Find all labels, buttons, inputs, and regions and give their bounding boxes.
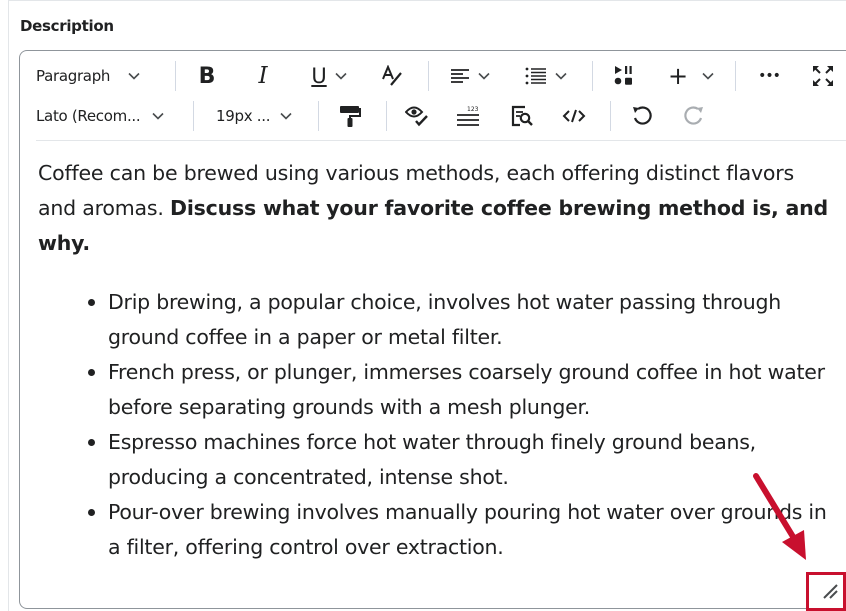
word-count-button[interactable]: 123 bbox=[452, 99, 484, 133]
insert-plus-icon: + bbox=[667, 62, 689, 90]
undo-button[interactable] bbox=[626, 99, 658, 133]
more-icon: ••• bbox=[758, 68, 781, 84]
media-icon bbox=[613, 65, 635, 87]
find-replace-button[interactable] bbox=[506, 99, 538, 133]
format-painter-icon bbox=[339, 105, 361, 127]
chevron-down-icon bbox=[280, 112, 292, 120]
italic-button[interactable]: I bbox=[248, 59, 278, 93]
toolbar-separator bbox=[386, 101, 387, 131]
page-divider-left bbox=[8, 0, 9, 611]
chevron-down-icon bbox=[702, 72, 714, 80]
list-item: Pour-over brewing involves manually pour… bbox=[88, 495, 838, 565]
toolbar-separator bbox=[428, 61, 429, 91]
underline-button[interactable]: U bbox=[304, 59, 354, 93]
word-count-icon: 123 bbox=[456, 105, 480, 127]
redo-button[interactable] bbox=[678, 99, 710, 133]
bold-button[interactable]: B bbox=[192, 59, 222, 93]
font-size-value: 19px ... bbox=[216, 107, 271, 125]
block-format-dropdown[interactable]: Paragraph bbox=[36, 59, 160, 93]
source-code-button[interactable] bbox=[557, 99, 591, 133]
rich-text-editor: Paragraph B I U + ••• Lato (Recom... 19p… bbox=[19, 50, 846, 609]
accessibility-checker-button[interactable] bbox=[401, 99, 433, 133]
intro-paragraph: Coffee can be brewed using various metho… bbox=[38, 156, 838, 261]
annotation-arrow-icon bbox=[753, 473, 806, 560]
toolbar-separator bbox=[318, 101, 319, 131]
page-divider bbox=[8, 0, 846, 1]
fullscreen-icon bbox=[812, 65, 834, 87]
font-size-dropdown[interactable]: 19px ... bbox=[216, 99, 302, 133]
chevron-down-icon bbox=[478, 72, 490, 80]
find-replace-icon bbox=[511, 105, 533, 127]
text-color-button[interactable] bbox=[376, 59, 408, 93]
description-label: Description bbox=[20, 17, 114, 35]
toolbar-separator bbox=[193, 101, 194, 131]
toolbar-divider bbox=[36, 140, 846, 141]
toolbar-separator bbox=[175, 61, 176, 91]
more-options-button[interactable]: ••• bbox=[753, 59, 785, 93]
text-color-icon bbox=[380, 65, 404, 87]
toolbar-separator bbox=[592, 61, 593, 91]
source-code-icon bbox=[562, 108, 586, 124]
editor-resize-handle[interactable] bbox=[806, 572, 846, 611]
align-icon bbox=[450, 68, 470, 84]
toolbar-separator bbox=[735, 61, 736, 91]
bold-icon: B bbox=[198, 63, 216, 89]
align-dropdown[interactable] bbox=[445, 59, 495, 93]
list-item: French press, or plunger, immerses coars… bbox=[88, 355, 838, 425]
chevron-down-icon bbox=[335, 72, 347, 80]
chevron-down-icon bbox=[555, 72, 567, 80]
insert-media-button[interactable] bbox=[608, 59, 640, 93]
redo-icon bbox=[683, 105, 705, 127]
block-format-value: Paragraph bbox=[36, 67, 111, 85]
brewing-methods-list: Drip brewing, a popular choice, involves… bbox=[38, 285, 838, 565]
underline-icon: U bbox=[311, 64, 327, 88]
accessibility-checker-icon bbox=[405, 105, 429, 127]
list-icon bbox=[525, 67, 547, 85]
format-painter-button[interactable] bbox=[334, 99, 366, 133]
toolbar-separator bbox=[610, 101, 611, 131]
list-item: Espresso machines force hot water throug… bbox=[88, 425, 838, 495]
chevron-down-icon bbox=[128, 72, 140, 80]
editor-content[interactable]: Coffee can be brewed using various metho… bbox=[38, 156, 838, 565]
insert-dropdown[interactable]: + bbox=[664, 59, 718, 93]
font-family-dropdown[interactable]: Lato (Recom... bbox=[36, 99, 178, 133]
list-dropdown[interactable] bbox=[520, 59, 572, 93]
chevron-down-icon bbox=[152, 112, 164, 120]
list-item: Drip brewing, a popular choice, involves… bbox=[88, 285, 838, 355]
fullscreen-button[interactable] bbox=[808, 59, 838, 93]
italic-icon: I bbox=[258, 63, 268, 89]
font-family-value: Lato (Recom... bbox=[36, 107, 141, 125]
undo-icon bbox=[631, 105, 653, 127]
resize-grip-icon bbox=[821, 582, 839, 604]
svg-text:123: 123 bbox=[467, 106, 479, 113]
